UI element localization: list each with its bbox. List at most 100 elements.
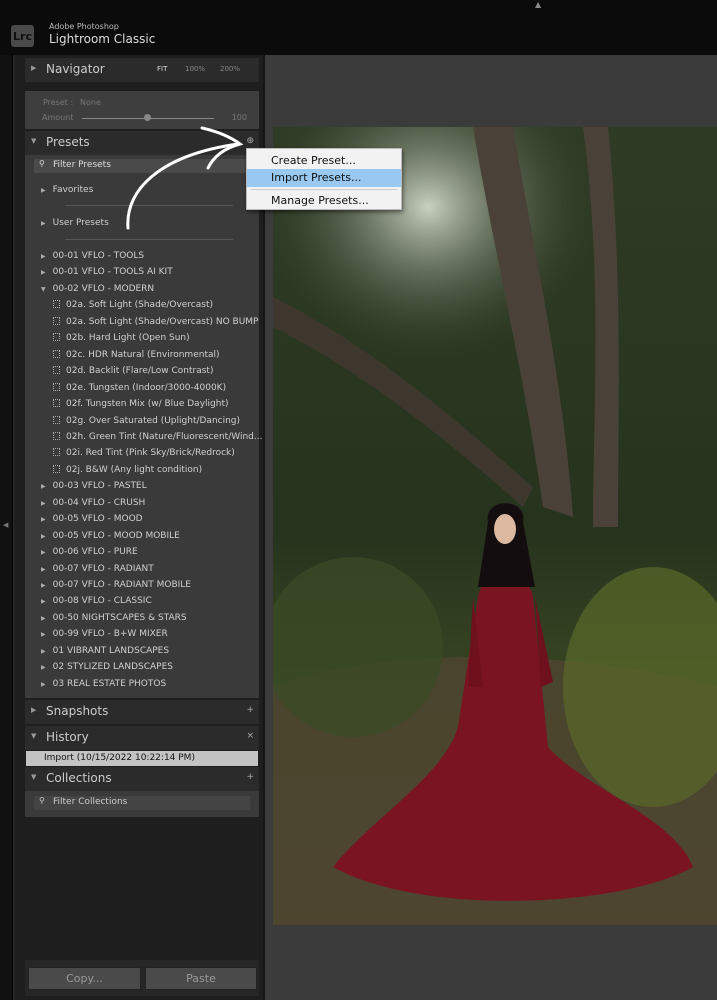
expand-icon: ▶ xyxy=(41,253,46,260)
expand-icon: ▶ xyxy=(41,565,46,573)
history-header[interactable]: ▼ History × xyxy=(25,726,259,750)
presets-context-menu: Create Preset... Import Presets... Manag… xyxy=(246,148,402,210)
row-label: 00-07 VFLO - RADIANT MOBILE xyxy=(52,580,191,590)
row-label: 02a. Soft Light (Shade/Overcast) NO BUMP xyxy=(66,316,259,327)
snapshots-header[interactable]: ▶ Snapshots + xyxy=(25,700,259,724)
collections-title: Collections xyxy=(46,771,112,785)
search-icon: ⚲ xyxy=(39,796,45,805)
row-label: 00-99 VFLO - B+W MIXER xyxy=(52,629,168,640)
row-label: 02 STYLIZED LANDSCAPES xyxy=(52,662,173,673)
row-label: 02c. HDR Natural (Environmental) xyxy=(66,349,220,360)
filter-collections-input[interactable]: ⚲ Filter Collections xyxy=(34,796,250,810)
zoom-200[interactable]: 200% xyxy=(220,65,240,73)
amount-label: Amount xyxy=(42,113,74,122)
preset-value: None xyxy=(80,98,101,107)
preset-icon xyxy=(53,366,60,375)
preset-group-user-presets[interactable]: ▶ User Presets xyxy=(41,218,109,228)
preset-item[interactable]: 02c. HDR Natural (Environmental) xyxy=(53,349,220,360)
search-icon: ⚲ xyxy=(39,159,45,168)
row-label: 02e. Tungsten (Indoor/3000-4000K) xyxy=(66,382,227,393)
collapse-icon: ▼ xyxy=(31,732,37,740)
preset-icon xyxy=(53,333,60,342)
preset-group[interactable]: ▶ 00-01 VFLO - TOOLS AI KIT xyxy=(41,267,173,277)
preset-group[interactable]: ▶ 00-07 VFLO - RADIANT xyxy=(41,564,154,574)
preset-item[interactable]: 02f. Tungsten Mix (w/ Blue Daylight) xyxy=(53,399,228,409)
preset-group[interactable]: ▶ 02 STYLIZED LANDSCAPES xyxy=(41,662,173,672)
add-collection-icon[interactable]: + xyxy=(246,772,254,782)
zoom-100[interactable]: 100% xyxy=(185,65,205,73)
preset-item[interactable]: 02g. Over Saturated (Uplight/Dancing) xyxy=(53,415,240,426)
menu-item-manage-presets[interactable]: Manage Presets... xyxy=(247,192,401,210)
clear-history-icon[interactable]: × xyxy=(246,731,254,741)
expand-icon: ▶ xyxy=(41,631,46,639)
row-label: 02a. Soft Light (Shade/Overcast) xyxy=(66,300,213,311)
preset-item[interactable]: 02e. Tungsten (Indoor/3000-4000K) xyxy=(53,382,227,393)
row-label: 00-06 VFLO - PURE xyxy=(52,547,138,558)
preset-group[interactable]: ▶ 00-07 VFLO - RADIANT MOBILE xyxy=(41,580,191,590)
photo-preview[interactable] xyxy=(273,127,717,925)
preset-item[interactable]: 02a. Soft Light (Shade/Overcast) xyxy=(53,300,213,310)
navigator-title: Navigator xyxy=(46,62,105,76)
expand-icon: ▶ xyxy=(41,664,46,672)
preset-icon xyxy=(53,349,60,358)
app-logo: Lrc xyxy=(11,25,34,47)
expand-icon: ▶ xyxy=(31,64,37,72)
expand-icon: ▶ xyxy=(41,269,46,277)
preset-group[interactable]: ▶ 00-04 VFLO - CRUSH xyxy=(41,498,145,508)
preset-icon xyxy=(53,382,60,391)
preset-group[interactable]: ▶ 00-99 VFLO - B+W MIXER xyxy=(41,629,168,639)
preset-group[interactable]: ▶ 00-05 VFLO - MOOD MOBILE xyxy=(41,531,180,541)
collections-box: ⚲ Filter Collections xyxy=(25,791,259,817)
row-label: 00-05 VFLO - MOOD MOBILE xyxy=(52,530,180,541)
preset-group-favorites[interactable]: ▶ Favorites xyxy=(41,185,93,195)
zoom-fit[interactable]: FIT xyxy=(157,65,167,73)
filter-presets-placeholder: Filter Presets xyxy=(53,160,111,170)
row-label: 02i. Red Tint (Pink Sky/Brick/Redrock) xyxy=(66,448,235,459)
expand-icon: ▶ xyxy=(41,499,46,507)
preset-group[interactable]: ▶ 00-03 VFLO - PASTEL xyxy=(41,481,147,491)
preset-group[interactable]: ▶ 00-50 NIGHTSCAPES & STARS xyxy=(41,613,187,623)
presets-title: Presets xyxy=(46,135,90,149)
preset-group[interactable]: ▶ 00-05 VFLO - MOOD xyxy=(41,514,143,524)
collapse-icon: ▼ xyxy=(41,285,46,293)
copy-button[interactable]: Copy... xyxy=(28,967,141,990)
brand-line1: Adobe Photoshop xyxy=(49,22,119,31)
preset-item[interactable]: 02a. Soft Light (Shade/Overcast) NO BUMP xyxy=(53,316,259,327)
preset-group[interactable]: ▶ 00-01 VFLO - TOOLS xyxy=(41,251,144,261)
preset-group[interactable]: ▶ 03 REAL ESTATE PHOTOS xyxy=(41,679,166,689)
history-item[interactable]: Import (10/15/2022 10:22:14 PM) xyxy=(26,751,258,766)
preset-icon xyxy=(53,464,60,473)
history-title: History xyxy=(46,730,89,744)
menu-item-import-presets[interactable]: Import Presets... xyxy=(247,169,401,187)
navigator-header[interactable]: ▶ Navigator FIT 100% 200% xyxy=(25,58,259,82)
preset-group[interactable]: ▶ 00-06 VFLO - PURE xyxy=(41,547,138,557)
top-panel-toggle-icon[interactable]: ▲ xyxy=(535,0,541,9)
row-label: Favorites xyxy=(52,185,94,195)
row-label: 00-01 VFLO - TOOLS xyxy=(52,251,145,261)
preset-item[interactable]: 02i. Red Tint (Pink Sky/Brick/Redrock) xyxy=(53,448,235,458)
collections-header[interactable]: ▼ Collections + xyxy=(25,767,259,791)
preset-group-expanded[interactable]: ▼ 00-02 VFLO - MODERN xyxy=(41,284,154,294)
expand-icon: ▶ xyxy=(31,706,37,714)
preset-item[interactable]: 02j. B&W (Any light condition) xyxy=(53,464,203,475)
row-label: 00-05 VFLO - MOOD xyxy=(52,514,143,525)
preset-icon xyxy=(53,316,60,325)
preset-icon xyxy=(53,448,60,457)
expand-icon: ▶ xyxy=(41,220,46,227)
row-label: 00-03 VFLO - PASTEL xyxy=(52,481,147,492)
expand-icon: ▶ xyxy=(41,647,46,655)
left-panel-edge[interactable]: ◀ xyxy=(0,55,12,1000)
preset-item[interactable]: 02b. Hard Light (Open Sun) xyxy=(53,333,190,343)
row-label: 02j. B&W (Any light condition) xyxy=(66,464,203,475)
collapse-icon: ▼ xyxy=(31,137,37,145)
preset-item[interactable]: 02h. Green Tint (Nature/Fluorescent/Wind… xyxy=(53,431,262,442)
row-label: 00-50 NIGHTSCAPES & STARS xyxy=(52,612,187,623)
paste-button[interactable]: Paste xyxy=(145,967,257,990)
expand-icon: ▶ xyxy=(41,614,46,622)
menu-item-create-preset[interactable]: Create Preset... xyxy=(247,152,401,170)
preset-group[interactable]: ▶ 00-08 VFLO - CLASSIC xyxy=(41,596,152,606)
expand-icon: ▶ xyxy=(41,549,46,557)
preset-group[interactable]: ▶ 01 VIBRANT LANDSCAPES xyxy=(41,646,169,656)
preset-item[interactable]: 02d. Backlit (Flare/Low Contrast) xyxy=(53,366,213,376)
add-snapshot-icon[interactable]: + xyxy=(246,705,254,715)
